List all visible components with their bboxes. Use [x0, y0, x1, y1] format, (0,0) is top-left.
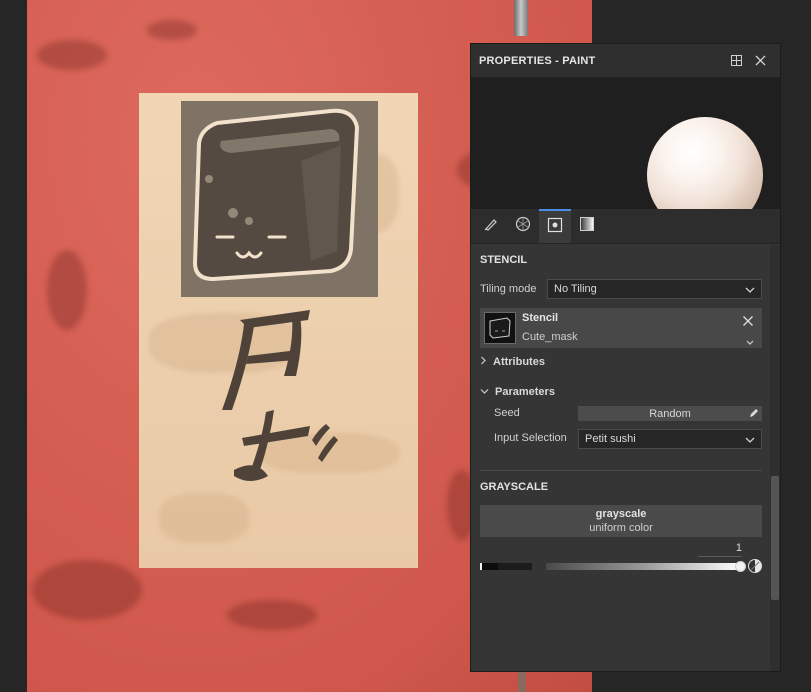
metal-pole: [514, 0, 528, 36]
chevron-right-icon: [480, 356, 487, 368]
section-divider: [480, 470, 762, 471]
dock-icon[interactable]: [724, 49, 748, 73]
panel-body: STENCIL Tiling mode No Tiling Stencil Cu…: [471, 245, 770, 671]
stencil-icon: [547, 217, 563, 238]
scrollbar-thumb[interactable]: [771, 476, 779, 600]
grayscale-color-swatch[interactable]: [480, 563, 532, 570]
panel-header: PROPERTIES - PAINT: [471, 44, 780, 78]
properties-panel: PROPERTIES - PAINT STENCIL Tiling mode N…: [470, 43, 781, 672]
tab-stencil[interactable]: [539, 209, 571, 243]
chevron-down-icon: [745, 435, 755, 447]
attributes-group-toggle[interactable]: Attributes: [480, 356, 545, 368]
tab-brush[interactable]: [475, 209, 507, 243]
stencil-mask-name: Cute_mask: [522, 331, 578, 343]
gradient-icon: [579, 216, 595, 237]
close-icon[interactable]: [742, 314, 756, 328]
color-picker-icon[interactable]: [748, 559, 762, 573]
input-selection-dropdown[interactable]: Petit sushi: [578, 429, 762, 449]
preview-sphere: [647, 117, 763, 209]
grayscale-resource-slot[interactable]: grayscale uniform color: [480, 505, 762, 537]
parameters-label: Parameters: [495, 386, 555, 398]
chevron-down-icon: [480, 386, 489, 398]
seed-field[interactable]: Random: [578, 406, 762, 421]
material-icon: [515, 216, 531, 237]
pencil-icon[interactable]: [749, 408, 759, 421]
paper-stain: [159, 493, 249, 543]
seed-value: Random: [649, 407, 691, 420]
stencil-section-title: STENCIL: [480, 254, 528, 266]
pole-base: [518, 670, 526, 692]
grime-stain: [227, 600, 317, 630]
grayscale-resource-name: grayscale: [595, 508, 647, 520]
grayscale-slider-track[interactable]: [546, 563, 742, 570]
grime-stain: [37, 40, 107, 70]
tiling-mode-label: Tiling mode: [480, 283, 537, 295]
grime-stain: [47, 250, 87, 330]
input-selection-label: Input Selection: [494, 432, 567, 444]
grime-stain: [32, 560, 142, 620]
material-preview: [471, 78, 780, 209]
stencil-thumbnail: [484, 312, 516, 344]
stencil-resource-slot[interactable]: Stencil Cute_mask: [480, 308, 762, 348]
property-tabs: [471, 209, 780, 244]
tab-gradient[interactable]: [571, 209, 603, 243]
value-field-underline: [698, 556, 742, 557]
panel-scrollbar[interactable]: [770, 245, 780, 671]
grayscale-value-field[interactable]: 1: [698, 542, 742, 554]
brush-icon: [483, 216, 499, 237]
parameters-group-toggle[interactable]: Parameters: [480, 386, 555, 398]
close-icon[interactable]: [748, 49, 772, 73]
grayscale-section-title: GRAYSCALE: [480, 481, 549, 493]
grayscale-slider-handle[interactable]: [734, 561, 746, 572]
tiling-mode-value: No Tiling: [554, 283, 597, 295]
grime-stain: [147, 20, 197, 40]
stencil-resource-name: Stencil: [522, 312, 559, 324]
attributes-label: Attributes: [493, 356, 545, 368]
panel-title: PROPERTIES - PAINT: [479, 54, 596, 67]
tiling-mode-dropdown[interactable]: No Tiling: [547, 279, 762, 299]
grayscale-resource-type: uniform color: [589, 522, 653, 534]
seed-label: Seed: [494, 407, 520, 419]
input-selection-value: Petit sushi: [585, 433, 636, 445]
cute-cube-stencil-art: [193, 108, 359, 281]
chevron-down-icon: [745, 285, 755, 297]
tab-material[interactable]: [507, 209, 539, 243]
calligraphy-brush-strokes: [222, 310, 338, 481]
chevron-down-icon[interactable]: [746, 333, 754, 351]
